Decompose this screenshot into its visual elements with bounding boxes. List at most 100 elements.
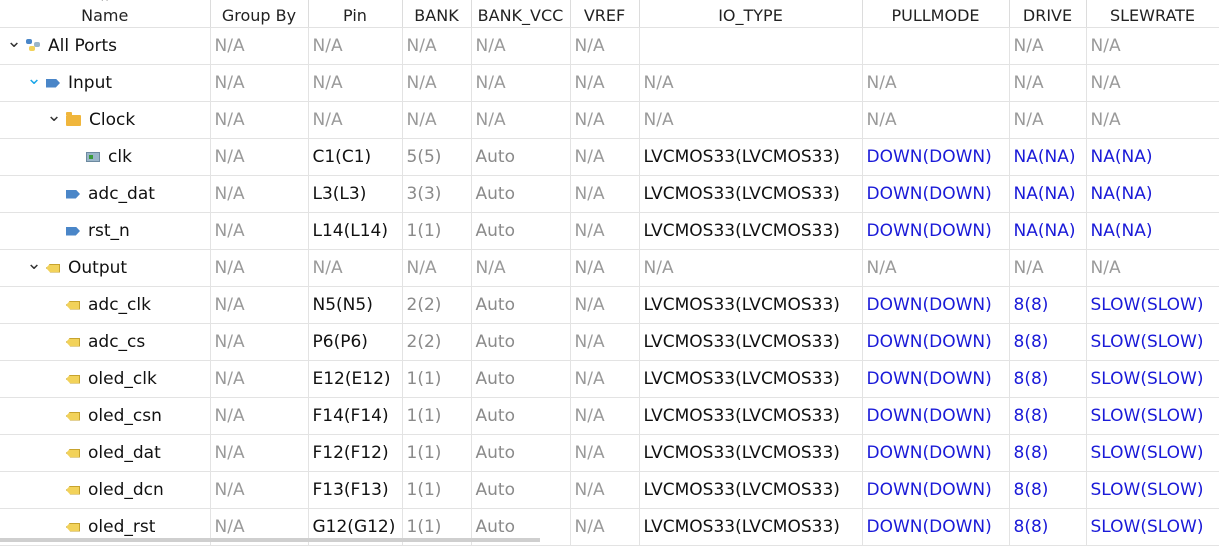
- cell-pin[interactable]: N/A: [308, 64, 403, 102]
- table-row[interactable]: ⌄ Output N/A N/A N/A N/A N/A N/A N/A N/A N/A: [0, 249, 1219, 287]
- cell-vref[interactable]: N/A: [570, 101, 640, 139]
- cell-io-type[interactable]: LVCMOS33(LVCMOS33): [639, 175, 863, 213]
- cell-bank[interactable]: 1(1): [402, 360, 472, 398]
- cell-drive[interactable]: NA(NA): [1009, 175, 1087, 213]
- column-header-drive[interactable]: DRIVE: [1009, 0, 1087, 28]
- cell-pin[interactable]: F13(F13): [308, 471, 403, 509]
- cell-pullmode[interactable]: DOWN(DOWN): [862, 434, 1010, 472]
- column-header-vref[interactable]: VREF: [570, 0, 640, 28]
- cell-pin[interactable]: L14(L14): [308, 212, 403, 250]
- cell-vref[interactable]: N/A: [570, 434, 640, 472]
- cell-vref[interactable]: N/A: [570, 397, 640, 435]
- cell-io-type[interactable]: N/A: [639, 101, 863, 139]
- cell-bank-vcc[interactable]: N/A: [471, 27, 571, 65]
- cell-slewrate[interactable]: NA(NA): [1086, 175, 1219, 213]
- cell-slewrate[interactable]: N/A: [1086, 101, 1219, 139]
- table-row[interactable]: ⌄ All Ports N/A N/A N/A N/A N/A N/A N/A: [0, 27, 1219, 65]
- cell-drive[interactable]: NA(NA): [1009, 138, 1087, 176]
- cell-bank-vcc[interactable]: Auto: [471, 434, 571, 472]
- chevron-down-icon[interactable]: ⌄: [46, 107, 62, 125]
- table-row[interactable]: oled_csn N/A F14(F14) 1(1) Auto N/A LVCMOS33(L…: [0, 397, 1219, 435]
- cell-io-type[interactable]: LVCMOS33(LVCMOS33): [639, 471, 863, 509]
- cell-vref[interactable]: N/A: [570, 212, 640, 250]
- cell-drive[interactable]: N/A: [1009, 249, 1087, 287]
- column-header-io-type[interactable]: IO_TYPE: [639, 0, 863, 28]
- cell-pullmode[interactable]: DOWN(DOWN): [862, 323, 1010, 361]
- cell-pullmode[interactable]: N/A: [862, 249, 1010, 287]
- cell-vref[interactable]: N/A: [570, 471, 640, 509]
- cell-drive[interactable]: 8(8): [1009, 434, 1087, 472]
- cell-drive[interactable]: 8(8): [1009, 323, 1087, 361]
- cell-drive[interactable]: 8(8): [1009, 397, 1087, 435]
- column-header-name[interactable]: ^ Name: [0, 0, 211, 28]
- cell-slewrate[interactable]: SLOW(SLOW): [1086, 508, 1219, 546]
- cell-drive[interactable]: 8(8): [1009, 471, 1087, 509]
- cell-bank[interactable]: 2(2): [402, 286, 472, 324]
- column-header-bank[interactable]: BANK: [402, 0, 472, 28]
- cell-bank[interactable]: N/A: [402, 101, 472, 139]
- cell-bank[interactable]: N/A: [402, 249, 472, 287]
- cell-pullmode[interactable]: [862, 27, 1010, 65]
- cell-io-type[interactable]: LVCMOS33(LVCMOS33): [639, 286, 863, 324]
- table-row[interactable]: oled_clk N/A E12(E12) 1(1) Auto N/A LVCMOS33(L…: [0, 360, 1219, 398]
- cell-pullmode[interactable]: DOWN(DOWN): [862, 508, 1010, 546]
- cell-io-type[interactable]: LVCMOS33(LVCMOS33): [639, 323, 863, 361]
- cell-bank[interactable]: 3(3): [402, 175, 472, 213]
- cell-pin[interactable]: C1(C1): [308, 138, 403, 176]
- cell-pin[interactable]: N5(N5): [308, 286, 403, 324]
- cell-pullmode[interactable]: DOWN(DOWN): [862, 138, 1010, 176]
- cell-vref[interactable]: N/A: [570, 27, 640, 65]
- cell-vref[interactable]: N/A: [570, 138, 640, 176]
- chevron-down-icon[interactable]: ⌄: [6, 33, 22, 51]
- cell-bank-vcc[interactable]: Auto: [471, 175, 571, 213]
- cell-bank-vcc[interactable]: Auto: [471, 212, 571, 250]
- cell-bank[interactable]: 1(1): [402, 434, 472, 472]
- cell-bank-vcc[interactable]: Auto: [471, 397, 571, 435]
- cell-bank[interactable]: 1(1): [402, 397, 472, 435]
- cell-vref[interactable]: N/A: [570, 64, 640, 102]
- cell-io-type[interactable]: LVCMOS33(LVCMOS33): [639, 212, 863, 250]
- cell-vref[interactable]: N/A: [570, 360, 640, 398]
- column-header-group-by[interactable]: Group By: [210, 0, 309, 28]
- cell-pin[interactable]: P6(P6): [308, 323, 403, 361]
- column-header-slewrate[interactable]: SLEWRATE: [1086, 0, 1219, 28]
- cell-pullmode[interactable]: N/A: [862, 64, 1010, 102]
- horizontal-scrollbar[interactable]: [0, 538, 540, 542]
- cell-pullmode[interactable]: DOWN(DOWN): [862, 286, 1010, 324]
- cell-drive[interactable]: N/A: [1009, 64, 1087, 102]
- cell-pin[interactable]: N/A: [308, 249, 403, 287]
- cell-bank-vcc[interactable]: N/A: [471, 101, 571, 139]
- cell-bank-vcc[interactable]: Auto: [471, 323, 571, 361]
- cell-io-type[interactable]: LVCMOS33(LVCMOS33): [639, 434, 863, 472]
- cell-drive[interactable]: NA(NA): [1009, 212, 1087, 250]
- column-header-pullmode[interactable]: PULLMODE: [862, 0, 1010, 28]
- cell-io-type[interactable]: LVCMOS33(LVCMOS33): [639, 397, 863, 435]
- cell-slewrate[interactable]: SLOW(SLOW): [1086, 471, 1219, 509]
- cell-slewrate[interactable]: N/A: [1086, 249, 1219, 287]
- chevron-down-icon[interactable]: ⌄: [26, 255, 42, 273]
- cell-bank-vcc[interactable]: N/A: [471, 249, 571, 287]
- cell-pullmode[interactable]: DOWN(DOWN): [862, 175, 1010, 213]
- cell-pullmode[interactable]: DOWN(DOWN): [862, 397, 1010, 435]
- cell-bank[interactable]: N/A: [402, 27, 472, 65]
- cell-vref[interactable]: N/A: [570, 323, 640, 361]
- cell-pullmode[interactable]: DOWN(DOWN): [862, 360, 1010, 398]
- cell-pin[interactable]: L3(L3): [308, 175, 403, 213]
- cell-slewrate[interactable]: N/A: [1086, 64, 1219, 102]
- cell-pin[interactable]: F14(F14): [308, 397, 403, 435]
- cell-bank[interactable]: 1(1): [402, 471, 472, 509]
- table-row[interactable]: adc_cs N/A P6(P6) 2(2) Auto N/A LVCMOS33(LVCMO…: [0, 323, 1219, 361]
- cell-pullmode[interactable]: DOWN(DOWN): [862, 471, 1010, 509]
- cell-slewrate[interactable]: SLOW(SLOW): [1086, 360, 1219, 398]
- cell-io-type[interactable]: N/A: [639, 64, 863, 102]
- table-row[interactable]: rst_n N/A L14(L14) 1(1) Auto N/A LVCMOS33(LVCM…: [0, 212, 1219, 250]
- cell-pin[interactable]: N/A: [308, 101, 403, 139]
- table-row[interactable]: oled_dcn N/A F13(F13) 1(1) Auto N/A LVCMOS33(L…: [0, 471, 1219, 509]
- cell-drive[interactable]: 8(8): [1009, 360, 1087, 398]
- table-row[interactable]: adc_clk N/A N5(N5) 2(2) Auto N/A LVCMOS33(LVCM…: [0, 286, 1219, 324]
- column-header-pin[interactable]: Pin: [308, 0, 403, 28]
- cell-bank[interactable]: N/A: [402, 64, 472, 102]
- cell-io-type[interactable]: LVCMOS33(LVCMOS33): [639, 360, 863, 398]
- table-row[interactable]: oled_dat N/A F12(F12) 1(1) Auto N/A LVCMOS33(L…: [0, 434, 1219, 472]
- column-header-bank-vcc[interactable]: BANK_VCC: [471, 0, 571, 28]
